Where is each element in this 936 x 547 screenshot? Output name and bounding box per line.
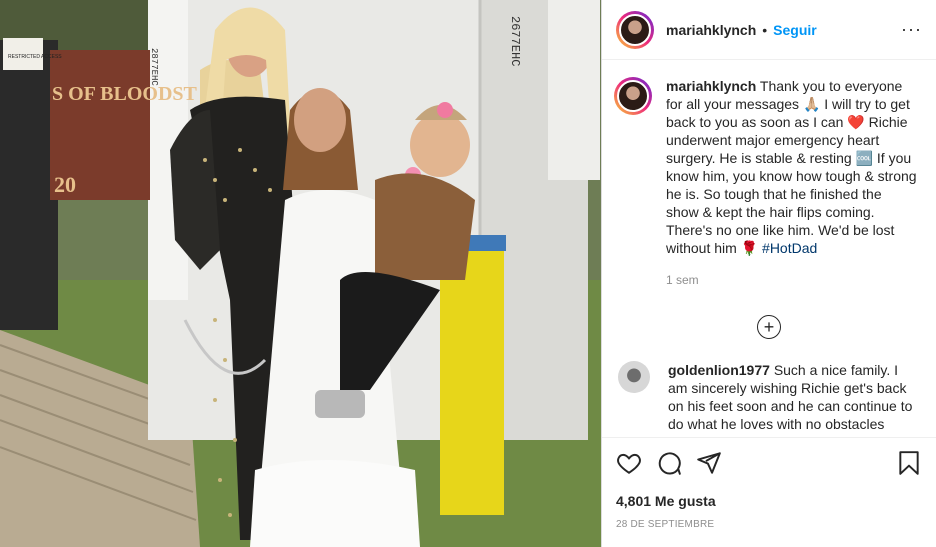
post-photo-illustration: RESTRICTED ACCESS S OF BLOODST 20 2877EH… [0, 0, 601, 547]
post-caption: mariahklynch Thank you to everyone for a… [602, 61, 936, 289]
header-separator: • [762, 21, 768, 38]
banner-year: 20 [54, 172, 76, 197]
caption-username[interactable]: mariahklynch [666, 78, 756, 94]
post-date[interactable]: 28 DE SEPTIEMBRE [616, 519, 922, 530]
caption-text: Thank you to everyone for all your messa… [666, 78, 917, 256]
comment-icon[interactable] [656, 450, 682, 481]
share-icon[interactable] [696, 450, 722, 481]
booth-code-right: 2677EHC [508, 16, 522, 66]
load-more-comments[interactable]: + [602, 315, 936, 339]
post-actions: 4,801 Me gusta 28 DE SEPTIEMBRE [602, 437, 936, 547]
caption-hashtag[interactable]: #HotDad [762, 240, 817, 256]
restricted-access-sign: RESTRICTED ACCESS [8, 54, 62, 60]
comments-section[interactable]: mariahklynch Thank you to everyone for a… [602, 61, 936, 436]
commenter-username[interactable]: goldenlion1977 [668, 362, 770, 378]
caption-timestamp[interactable]: 1 sem [666, 271, 918, 289]
banner-text: S OF BLOODST [52, 83, 198, 105]
more-options-icon[interactable]: ··· [901, 19, 922, 40]
booth-code-left: 2877EHC [149, 48, 159, 86]
post-header: mariahklynch • Seguir ··· [602, 0, 936, 60]
plus-circle-icon[interactable]: + [757, 315, 781, 339]
bookmark-icon[interactable] [896, 450, 922, 481]
caption-avatar[interactable] [614, 77, 652, 115]
post-sidebar: mariahklynch • Seguir ··· mariahklynch T… [601, 0, 936, 547]
follow-button[interactable]: Seguir [773, 22, 817, 38]
likes-count[interactable]: 4,801 Me gusta [616, 493, 922, 509]
heart-icon[interactable] [616, 450, 642, 481]
author-avatar[interactable] [616, 10, 654, 49]
author-username[interactable]: mariahklynch [666, 22, 756, 38]
commenter-avatar[interactable] [618, 361, 650, 393]
comment-item: goldenlion1977 Such a nice family. I am … [602, 339, 936, 433]
post-photo[interactable]: RESTRICTED ACCESS S OF BLOODST 20 2877EH… [0, 0, 601, 547]
